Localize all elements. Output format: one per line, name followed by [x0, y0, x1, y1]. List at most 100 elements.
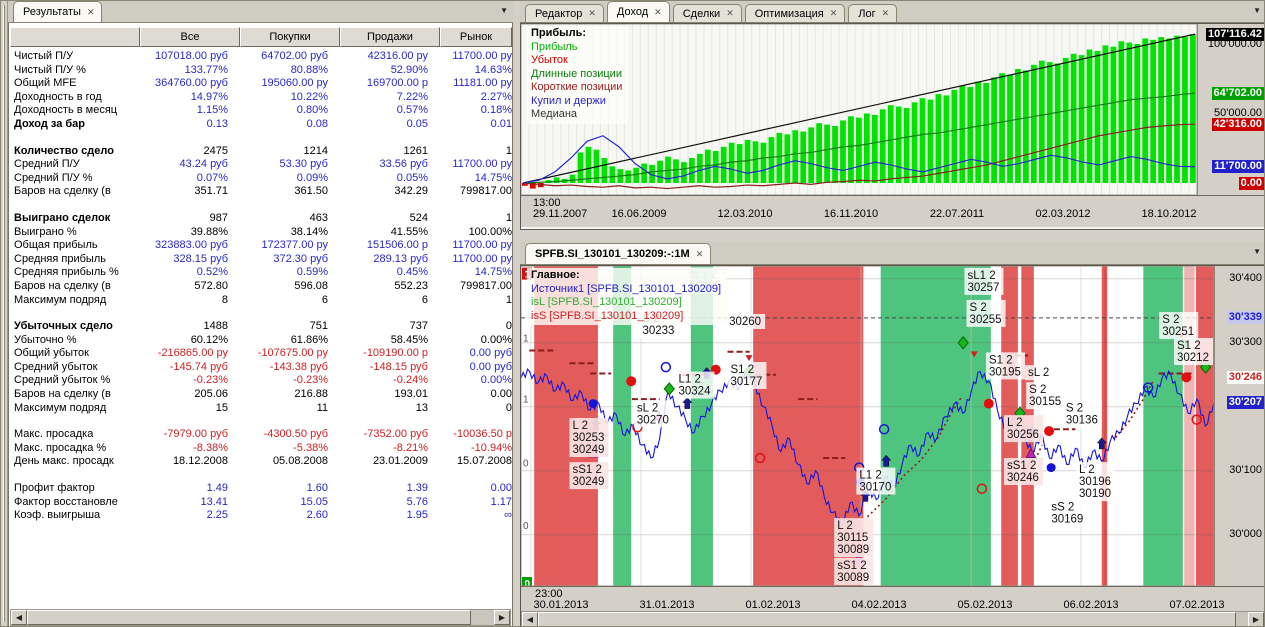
table-cell: 1.17 — [490, 495, 512, 508]
trade-label: sL 2 — [1024, 365, 1058, 381]
price-badge: 100'000.00 — [1207, 37, 1262, 50]
scroll-right-icon[interactable]: ▶ — [494, 610, 510, 625]
trade-label: sL1 230257 — [964, 267, 1004, 295]
table-cell: 18.12.2008 — [172, 455, 228, 468]
x-tick-label: 12.03.2010 — [717, 208, 773, 220]
column-header[interactable]: Продажи — [340, 27, 440, 47]
trade-label: sS1 230089 — [834, 558, 874, 585]
vertical-splitter[interactable] — [513, 1, 520, 626]
equity-x-axis: 13:00 29.11.2007 16.06.2009 12.03.2010 16.11… — [521, 195, 1264, 227]
table-cell: -0.23% — [293, 374, 328, 387]
table-cell: 2475 — [203, 144, 228, 157]
table-cell: 0.07% — [196, 171, 228, 184]
table-cell: 58.45% — [390, 333, 428, 346]
tab-label: Оптимизация — [754, 7, 824, 20]
column-header[interactable]: Все — [140, 27, 240, 47]
table-cell: 799817.00 — [460, 279, 512, 292]
table-cell: 0 — [505, 320, 512, 333]
table-cell: 524 — [409, 211, 428, 224]
tab-5[interactable]: Лог ✕ — [848, 4, 898, 22]
row-label: Максимум подряд — [14, 401, 107, 414]
left-edge-grip[interactable] — [1, 1, 8, 626]
row-label: Общий убыток — [14, 347, 89, 360]
scrollbar-thumb[interactable] — [538, 612, 1236, 626]
price-badge: 30'000 — [1229, 528, 1262, 541]
column-header[interactable]: Рынок — [440, 27, 512, 47]
svg-text:30246: 30246 — [1007, 472, 1039, 484]
horizontal-splitter[interactable] — [520, 230, 1264, 242]
close-icon[interactable]: ✕ — [696, 249, 704, 259]
row-label: Выиграно % — [14, 225, 77, 238]
svg-text:sS1 2: sS1 2 — [837, 560, 866, 572]
x-tick-label: 01.02.2013 — [745, 599, 801, 611]
svg-text:S 2: S 2 — [1029, 384, 1046, 396]
tab-label: Редактор — [535, 7, 583, 20]
table-cell: 0.13 — [206, 117, 228, 130]
table-cell: 0.00 руб — [469, 360, 512, 373]
row-label: Доходность в год — [14, 90, 102, 103]
close-icon[interactable]: ✕ — [882, 9, 890, 18]
svg-text:0: 0 — [523, 458, 529, 469]
table-cell: 0.08 — [306, 117, 328, 130]
table-cell: 323883.00 руб — [155, 239, 228, 252]
table-cell: 11 — [316, 401, 328, 414]
table-row: Общий убыток -216865.00 ру -107675.00 ру -1… — [10, 347, 512, 361]
svg-text:sS1 2: sS1 2 — [572, 464, 601, 476]
table-cell: 64702.00 руб — [261, 50, 328, 62]
table-row: Максимум подряд 8 6 6 1 — [10, 294, 512, 308]
tab-list-dropdown-icon[interactable]: ▼ — [500, 7, 508, 15]
close-icon[interactable]: ✕ — [654, 7, 662, 17]
scrollbar-thumb[interactable] — [27, 610, 471, 625]
tab-list-dropdown-icon[interactable]: ▼ — [1253, 7, 1261, 15]
tab-2[interactable]: Доход ✕ — [606, 1, 670, 22]
close-icon[interactable]: ✕ — [87, 7, 95, 17]
close-icon[interactable]: ✕ — [588, 9, 596, 18]
table-cell: -8.38% — [193, 441, 228, 454]
column-header[interactable]: Покупки — [240, 27, 340, 47]
scroll-right-icon[interactable]: ▶ — [1248, 612, 1264, 626]
table-cell: 60.12% — [190, 333, 228, 346]
tab-4[interactable]: Оптимизация ✕ — [744, 4, 846, 22]
tab-instrument[interactable]: SPFB.SI_130101_130209:-:1M ✕ — [525, 243, 712, 264]
table-cell: 41.55% — [390, 225, 428, 238]
chart-hscrollbar[interactable]: ◀ ▶ — [521, 611, 1264, 626]
x-tick-label: 06.02.2013 — [1063, 599, 1119, 611]
svg-text:L 2: L 2 — [572, 420, 588, 432]
tab-label: Лог — [858, 7, 876, 20]
equity-plot[interactable]: Прибыль: Прибыль Убыток Длинные позиции Коро… — [521, 24, 1197, 195]
row-label: Доход за бар — [14, 117, 86, 130]
table-cell: 42316.00 ру — [367, 50, 428, 62]
table-row: Профит фактор 1.49 1.60 1.39 0.00 — [10, 482, 512, 496]
trade-label: L 23011530089 — [834, 518, 874, 558]
scroll-left-icon[interactable]: ◀ — [522, 612, 538, 626]
trade-label: sS1 230249 — [569, 462, 609, 490]
table-cell: 596.08 — [294, 279, 328, 292]
table-cell: -5.38% — [293, 441, 328, 454]
close-icon[interactable]: ✕ — [830, 9, 838, 18]
table-cell: 2.25 — [206, 509, 228, 522]
row-label: Чистый П/У — [14, 50, 74, 62]
table-cell: 328.15 руб — [173, 252, 228, 265]
column-header[interactable] — [10, 27, 140, 47]
table-cell: 205.06 — [194, 388, 228, 401]
table-row: Баров на сделку (в 572.80 596.08 552.23 7998… — [10, 280, 512, 294]
scroll-left-icon[interactable]: ◀ — [11, 610, 27, 625]
tab-1[interactable]: Редактор ✕ — [525, 4, 604, 22]
tab-3[interactable]: Сделки ✕ — [672, 4, 742, 22]
table-cell: 11700.00 ру — [452, 252, 512, 265]
tab-list-dropdown-icon[interactable]: ▼ — [1253, 248, 1261, 256]
table-cell: 1488 — [203, 320, 228, 333]
table-cell: -0.24% — [393, 374, 428, 387]
close-icon[interactable]: ✕ — [726, 9, 734, 18]
tab-results[interactable]: Результаты ✕ — [13, 1, 103, 22]
trade-label: sS1 230246 — [1003, 458, 1043, 485]
table-cell: 100.00% — [468, 225, 512, 238]
row-label: Коэф. выигрыша — [14, 509, 101, 522]
price-plot[interactable]: S 2 30233 sL1 2 30265 30260 L1 2 30324 S1 2 3017… — [521, 266, 1214, 586]
svg-text:30196: 30196 — [1079, 476, 1111, 488]
svg-text:sS1 2: sS1 2 — [1007, 460, 1036, 472]
row-spacer — [10, 199, 512, 212]
tab-instrument-label: SPFB.SI_130101_130209:-:1M — [535, 248, 690, 260]
results-hscrollbar[interactable]: ◀ ▶ — [10, 609, 511, 626]
row-label: Средний П/У — [14, 158, 80, 171]
